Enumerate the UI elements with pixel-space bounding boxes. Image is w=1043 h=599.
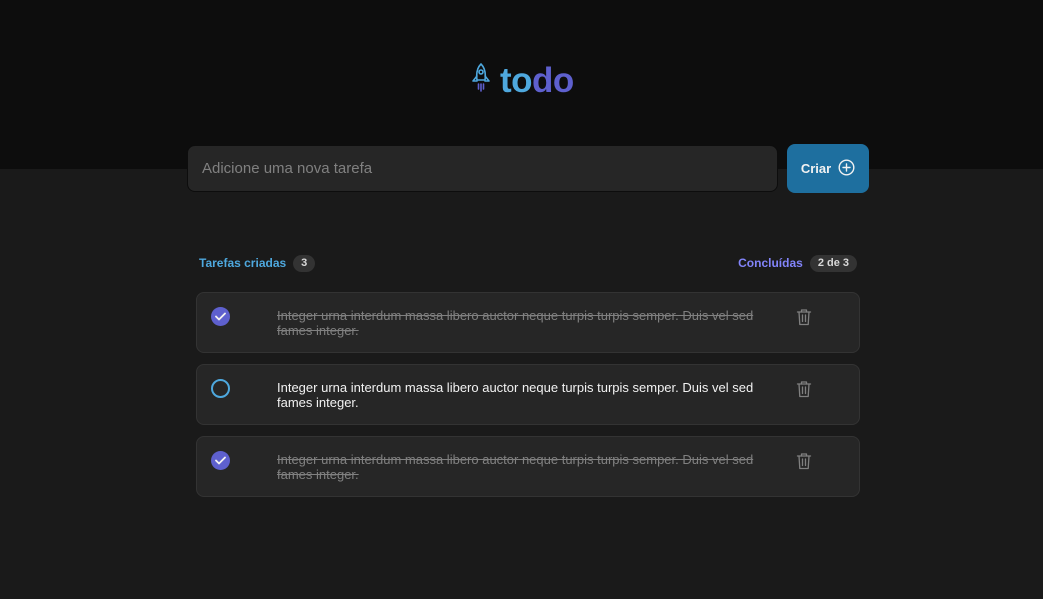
completed-tasks-count: 2 de 3 [809, 254, 857, 272]
task-list: Integer urna interdum massa libero aucto… [196, 292, 860, 508]
check-icon [215, 456, 226, 465]
task-text: Integer urna interdum massa libero aucto… [277, 452, 754, 482]
task-checkbox-checked[interactable] [211, 307, 230, 326]
task-checkbox-unchecked[interactable] [211, 379, 230, 398]
logo: todo [470, 60, 574, 100]
created-tasks-label: Tarefas criadas [199, 256, 287, 270]
logo-text: todo [500, 63, 574, 98]
task-item: Integer urna interdum massa libero aucto… [196, 436, 860, 497]
task-item: Integer urna interdum massa libero aucto… [196, 292, 860, 353]
task-text: Integer urna interdum massa libero aucto… [277, 380, 754, 410]
task-item: Integer urna interdum massa libero aucto… [196, 364, 860, 425]
task-stats: Tarefas criadas 3 Concluídas 2 de 3 [199, 254, 857, 272]
task-checkbox-checked[interactable] [211, 451, 230, 470]
trash-icon[interactable] [796, 380, 812, 398]
plus-circle-icon [838, 158, 855, 179]
task-text: Integer urna interdum massa libero aucto… [277, 308, 754, 338]
new-task-input[interactable] [187, 145, 778, 192]
created-tasks-count: 3 [293, 254, 316, 272]
created-tasks-stat: Tarefas criadas 3 [199, 254, 316, 272]
rocket-icon [470, 62, 500, 98]
trash-icon[interactable] [796, 308, 812, 326]
check-icon [215, 312, 226, 321]
header: todo [0, 0, 1043, 169]
logo-text-do: do [532, 60, 574, 100]
create-button[interactable]: Criar [787, 144, 869, 193]
trash-icon[interactable] [796, 452, 812, 470]
create-button-label: Criar [800, 161, 832, 176]
completed-tasks-stat: Concluídas 2 de 3 [738, 254, 857, 272]
completed-tasks-label: Concluídas [738, 256, 803, 270]
logo-text-to: to [500, 60, 533, 100]
